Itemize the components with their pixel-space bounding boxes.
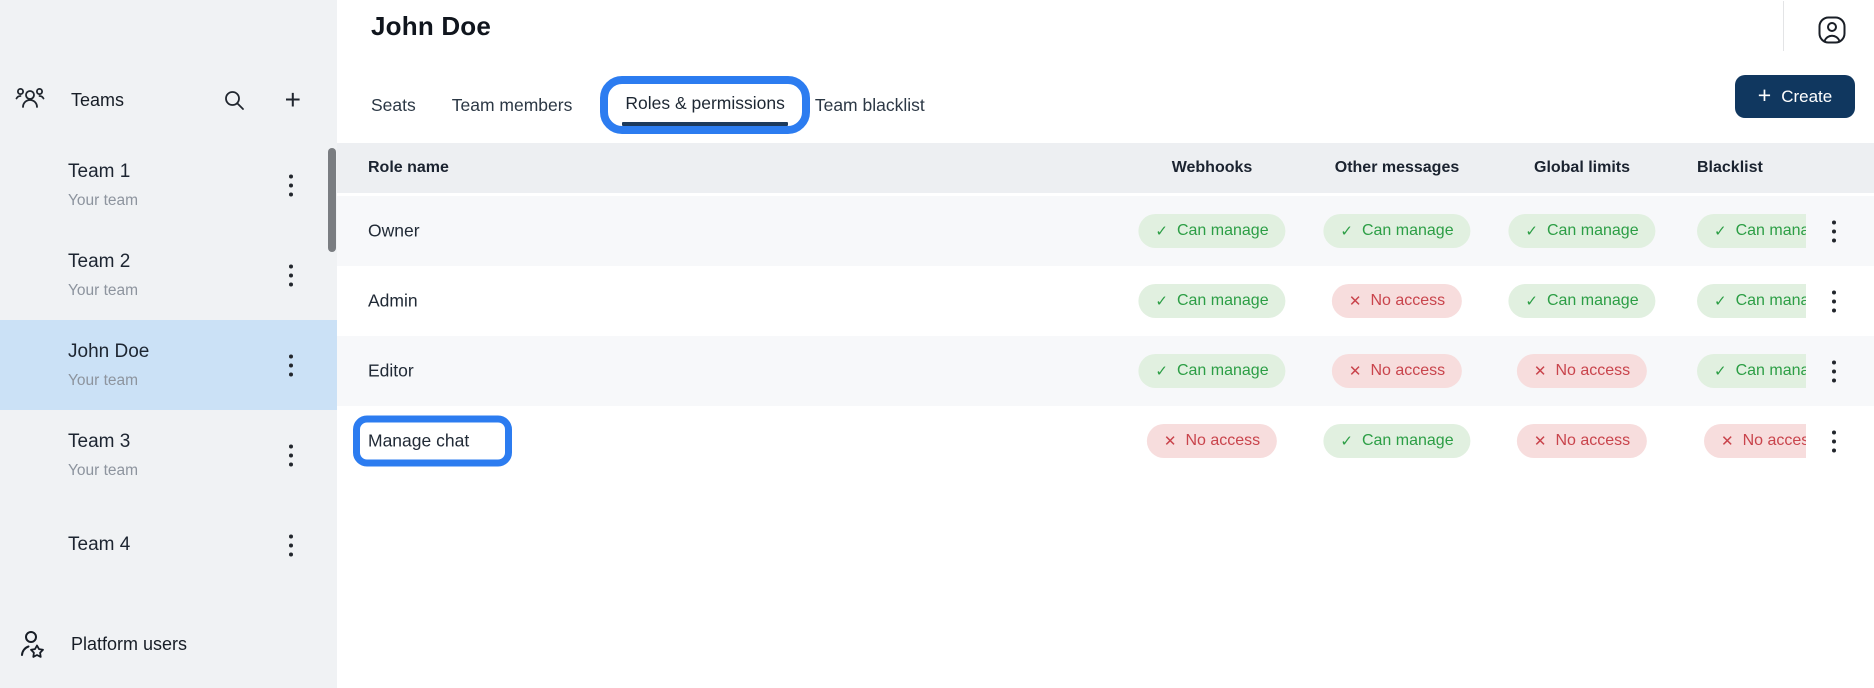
plus-icon: + xyxy=(1758,84,1771,107)
column-header-other-messages: Other messages xyxy=(1335,159,1460,177)
tab-roles-permissions-label: Roles & permissions xyxy=(622,93,788,114)
table-row-manage-chat[interactable]: Manage chat ✕No access ✓Can manage ✕No a… xyxy=(337,406,1874,476)
permission-badge: ✓Can manage xyxy=(1508,284,1655,318)
row-menu-icon[interactable] xyxy=(1828,424,1840,459)
cross-icon: ✕ xyxy=(1164,432,1177,450)
check-icon: ✓ xyxy=(1714,222,1727,240)
roles-table: Role name Webhooks Other messages Global… xyxy=(337,143,1874,476)
role-name: Manage chat xyxy=(368,431,469,451)
sidebar-title: Teams xyxy=(71,90,223,111)
check-icon: ✓ xyxy=(1714,292,1727,310)
team-menu-icon[interactable] xyxy=(285,348,297,383)
column-header-blacklist: Blacklist xyxy=(1677,159,1806,177)
check-icon: ✓ xyxy=(1155,222,1168,240)
role-name: Admin xyxy=(368,291,418,312)
cross-icon: ✕ xyxy=(1721,432,1734,450)
permission-badge: ✓Can manage xyxy=(1138,284,1285,318)
team-menu-icon[interactable] xyxy=(285,258,297,293)
team-menu-icon[interactable] xyxy=(285,168,297,203)
team-item-3[interactable]: Team 3 Your team xyxy=(0,410,337,500)
cross-icon: ✕ xyxy=(1349,362,1362,380)
check-icon: ✓ xyxy=(1340,432,1353,450)
check-icon: ✓ xyxy=(1714,362,1727,380)
teams-group-icon xyxy=(15,86,45,114)
role-name: Editor xyxy=(368,361,414,382)
blacklist-badge-clipped: ✕No access xyxy=(1677,424,1806,458)
permission-badge: ✓Can manage xyxy=(1508,214,1655,248)
sidebar-header: Teams + xyxy=(0,84,337,116)
platform-users-icon xyxy=(19,628,46,660)
add-team-icon[interactable]: + xyxy=(285,89,301,111)
create-button-label: Create xyxy=(1781,87,1832,107)
sidebar-scrollbar[interactable] xyxy=(328,148,336,252)
table-row-editor[interactable]: Editor ✓Can manage ✕No access ✕No access… xyxy=(337,336,1874,406)
permission-badge: ✕No access xyxy=(1147,424,1277,458)
tab-roles-permissions-active[interactable]: Roles & permissions xyxy=(608,84,802,126)
cross-icon: ✕ xyxy=(1534,432,1547,450)
blacklist-badge-clipped: ✓Can manage xyxy=(1677,354,1806,388)
check-icon: ✓ xyxy=(1155,292,1168,310)
table-row-admin[interactable]: Admin ✓Can manage ✕No access ✓Can manage… xyxy=(337,266,1874,336)
column-header-global-limits: Global limits xyxy=(1534,159,1630,177)
team-item-4[interactable]: Team 4 xyxy=(0,500,337,590)
manage-chat-highlight-ring: Manage chat xyxy=(353,416,512,467)
check-icon: ✓ xyxy=(1340,222,1353,240)
tab-bar: Seats Team members Roles & permissions T… xyxy=(371,72,925,138)
active-tab-underline xyxy=(622,122,788,126)
column-header-webhooks: Webhooks xyxy=(1172,159,1253,177)
tab-team-blacklist[interactable]: Team blacklist xyxy=(815,95,925,116)
platform-users-item[interactable]: Platform users xyxy=(0,612,337,676)
team-list: Team 1 Your team Team 2 Your team John D… xyxy=(0,140,337,590)
check-icon: ✓ xyxy=(1525,292,1538,310)
teams-sidebar: Teams + Team 1 Your team Team 2 Your tea… xyxy=(0,0,337,688)
table-row-owner[interactable]: Owner ✓Can manage ✓Can manage ✓Can manag… xyxy=(337,196,1874,266)
team-item-2[interactable]: Team 2 Your team xyxy=(0,230,337,320)
search-icon[interactable] xyxy=(223,89,245,111)
team-menu-icon[interactable] xyxy=(285,528,297,563)
blacklist-badge-clipped: ✓Can manage xyxy=(1677,284,1806,318)
platform-users-label: Platform users xyxy=(71,634,187,655)
permission-badge: ✓Can manage xyxy=(1138,354,1285,388)
topbar-divider xyxy=(1783,1,1784,51)
team-item-1[interactable]: Team 1 Your team xyxy=(0,140,337,230)
team-item-john-doe-selected[interactable]: John Doe Your team xyxy=(0,320,337,410)
column-header-role-name: Role name xyxy=(368,159,449,177)
team-menu-icon[interactable] xyxy=(285,438,297,473)
table-header-row: Role name Webhooks Other messages Global… xyxy=(337,143,1874,196)
create-button[interactable]: + Create xyxy=(1735,75,1855,118)
cross-icon: ✕ xyxy=(1349,292,1362,310)
permission-badge: ✕No access xyxy=(1332,354,1462,388)
check-icon: ✓ xyxy=(1525,222,1538,240)
row-menu-icon[interactable] xyxy=(1828,214,1840,249)
account-icon[interactable] xyxy=(1818,16,1846,44)
check-icon: ✓ xyxy=(1155,362,1168,380)
tab-seats[interactable]: Seats xyxy=(371,95,416,116)
row-menu-icon[interactable] xyxy=(1828,284,1840,319)
permission-badge: ✓Can manage xyxy=(1323,214,1470,248)
permission-badge: ✕No access xyxy=(1332,284,1462,318)
blacklist-badge-clipped: ✓Can manage xyxy=(1677,214,1806,248)
permission-badge: ✓Can manage xyxy=(1138,214,1285,248)
tab-roles-permissions-highlight-ring[interactable]: Roles & permissions xyxy=(600,76,810,134)
permission-badge: ✓Can manage xyxy=(1323,424,1470,458)
role-name: Owner xyxy=(368,221,420,242)
row-menu-icon[interactable] xyxy=(1828,354,1840,389)
main-content: John Doe + Create Seats Team members Rol… xyxy=(337,0,1874,688)
tab-team-members[interactable]: Team members xyxy=(452,95,573,116)
permission-badge: ✕No access xyxy=(1517,424,1647,458)
cross-icon: ✕ xyxy=(1534,362,1547,380)
permission-badge: ✕No access xyxy=(1517,354,1647,388)
page-title: John Doe xyxy=(371,11,491,42)
